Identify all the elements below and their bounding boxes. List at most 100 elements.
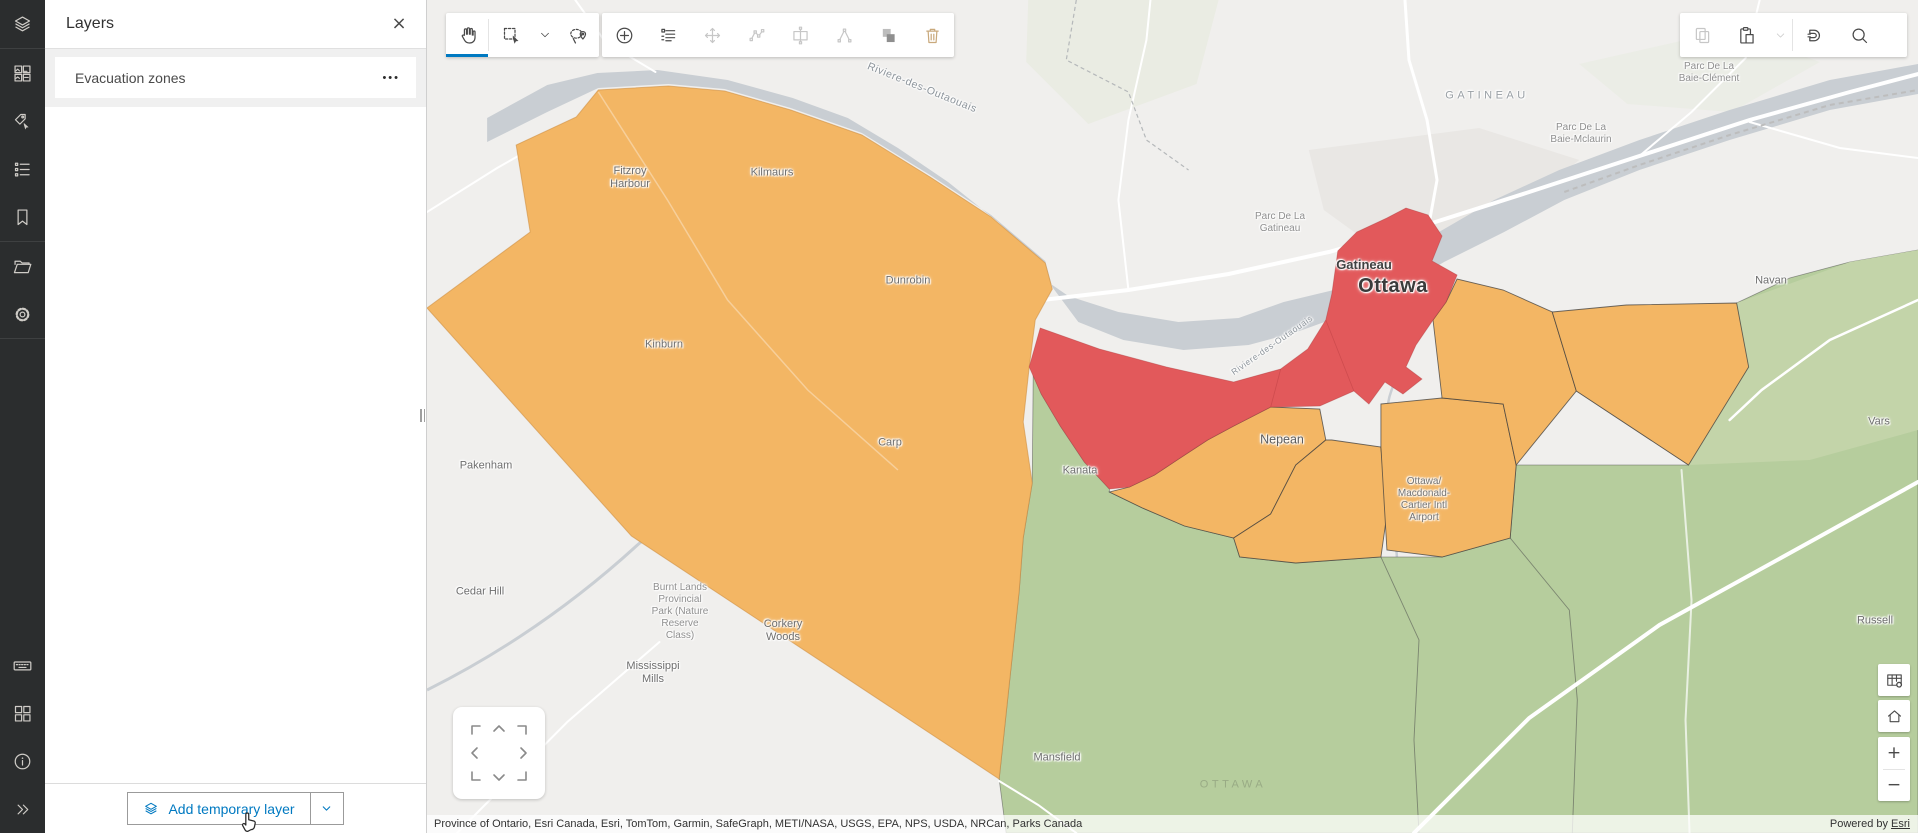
legend-list-icon (14, 162, 30, 176)
add-temporary-layer-button[interactable]: Add temporary layer (127, 792, 310, 825)
map-nav-pad[interactable] (453, 707, 545, 799)
sidebar-collapse-button[interactable] (0, 785, 45, 833)
home-extent-button[interactable] (1878, 700, 1910, 732)
pan-up-right-icon (517, 725, 527, 735)
layers-icon (145, 802, 158, 814)
pan-down-left-icon (471, 771, 481, 781)
info-icon (14, 753, 31, 769)
pan-up-left-icon (471, 725, 481, 735)
split-icon (792, 26, 808, 44)
copy-button (1680, 13, 1724, 57)
sidebar-item-select[interactable] (0, 97, 45, 145)
map-canvas[interactable]: Fitzroy Harbour Kilmaurs Dunrobin Kinburn Ca… (427, 0, 1918, 833)
panel-footer: Add temporary layer (45, 783, 426, 833)
sidebar-item-settings[interactable] (0, 290, 45, 338)
chevron-down-icon (322, 806, 331, 811)
panel-title: Layers (66, 15, 115, 32)
pan-up-icon (493, 725, 505, 732)
search-icon (1851, 27, 1867, 43)
marquee-select-icon (503, 27, 518, 44)
sidebar-item-keyboard-shortcuts[interactable] (0, 641, 45, 689)
powered-by: Powered by Esri (1829, 818, 1910, 830)
zoom-out-button[interactable]: − (1878, 770, 1910, 802)
sidebar-item-bookmarks[interactable] (0, 193, 45, 241)
basemap-svg (427, 0, 1918, 833)
lasso-select-icon (569, 28, 586, 44)
edit-vertices-button (822, 13, 866, 57)
paste-options-chevron-button (1768, 13, 1792, 57)
double-chevron-right-icon (17, 804, 29, 814)
layers-panel: Layers × Evacuation zones ••• Add tempor… (45, 0, 427, 833)
attribute-list-icon (660, 28, 675, 41)
layer-options-button[interactable]: ••• (380, 68, 402, 88)
grid-settings-icon (1886, 673, 1902, 688)
layers-icon (14, 15, 31, 31)
grid-settings-button[interactable] (1878, 664, 1910, 696)
folder-open-icon (13, 260, 32, 273)
reshape-icon (748, 28, 764, 41)
split-tool-button (778, 13, 822, 57)
gear-icon (15, 307, 30, 321)
select-marquee-button[interactable] (489, 13, 533, 57)
pan-left-icon (471, 747, 478, 759)
chevron-down-icon (1776, 32, 1784, 38)
reshape-tool-button (734, 13, 778, 57)
create-feature-button[interactable] (602, 13, 646, 57)
select-state-icon (14, 113, 29, 130)
edit-toolbar (602, 13, 954, 57)
pan-down-right-icon (517, 771, 527, 781)
chevron-down-icon (541, 32, 549, 38)
pan-tool-button[interactable] (446, 13, 488, 57)
layers-panel-header: Layers × (45, 0, 426, 49)
move-tool-button (690, 13, 734, 57)
hand-pan-icon (461, 26, 476, 44)
feature-attributes-button[interactable] (646, 13, 690, 57)
bookmark-icon (17, 208, 28, 225)
add-temporary-layer-label: Add temporary layer (168, 800, 295, 817)
sidebar-item-basemap[interactable] (0, 49, 45, 97)
zoom-controls: + − (1878, 737, 1910, 801)
snapping-button[interactable] (1793, 13, 1837, 57)
sidebar-item-layers[interactable] (0, 0, 45, 48)
move-arrows-icon (704, 27, 720, 43)
layer-list-item[interactable]: Evacuation zones ••• (55, 57, 416, 98)
sidebar-item-app-grid[interactable] (0, 689, 45, 737)
magnet-snapping-icon (1806, 29, 1820, 41)
clipboard-toolbar (1680, 13, 1907, 57)
plus-circle-icon (616, 27, 632, 43)
duplicate-icon (882, 28, 895, 42)
paste-button[interactable] (1724, 13, 1768, 57)
attribution-text: Province of Ontario, Esri Canada, Esri, … (434, 818, 1083, 830)
add-layer-options-button[interactable] (309, 792, 344, 825)
map-tools-toolbar (446, 13, 599, 57)
delete-button (910, 13, 954, 57)
layer-list: Evacuation zones ••• (45, 49, 426, 107)
vertices-icon (836, 27, 852, 43)
panel-resize-handle[interactable] (420, 409, 425, 422)
paste-icon (1739, 26, 1754, 44)
trash-icon (925, 28, 939, 43)
select-options-chevron-button[interactable] (533, 13, 557, 57)
sidebar-item-legend[interactable] (0, 145, 45, 193)
keyboard-icon (13, 660, 32, 670)
pan-down-icon (493, 774, 505, 781)
duplicate-button (866, 13, 910, 57)
esri-link[interactable]: Esri (1891, 818, 1910, 830)
panel-body (45, 107, 426, 783)
copy-icon (1695, 27, 1709, 43)
select-by-lasso-button[interactable] (557, 13, 599, 57)
app-grid-icon (14, 705, 31, 722)
attribution-bar: Province of Ontario, Esri Canada, Esri, … (427, 815, 1918, 833)
pan-right-icon (520, 747, 527, 759)
layer-name: Evacuation zones (75, 69, 186, 86)
home-icon (1887, 709, 1901, 722)
sidebar-item-info[interactable] (0, 737, 45, 785)
sidebar-item-catalog[interactable] (0, 242, 45, 290)
app-window: Fitzroy Harbour Kilmaurs Dunrobin Kinburn Ca… (0, 0, 1918, 833)
zoom-in-button[interactable]: + (1878, 737, 1910, 769)
basemap-grid-icon (14, 64, 31, 82)
search-button[interactable] (1837, 13, 1881, 57)
panel-close-button[interactable]: × (384, 9, 414, 39)
nav-pad-glyphs (471, 725, 527, 781)
